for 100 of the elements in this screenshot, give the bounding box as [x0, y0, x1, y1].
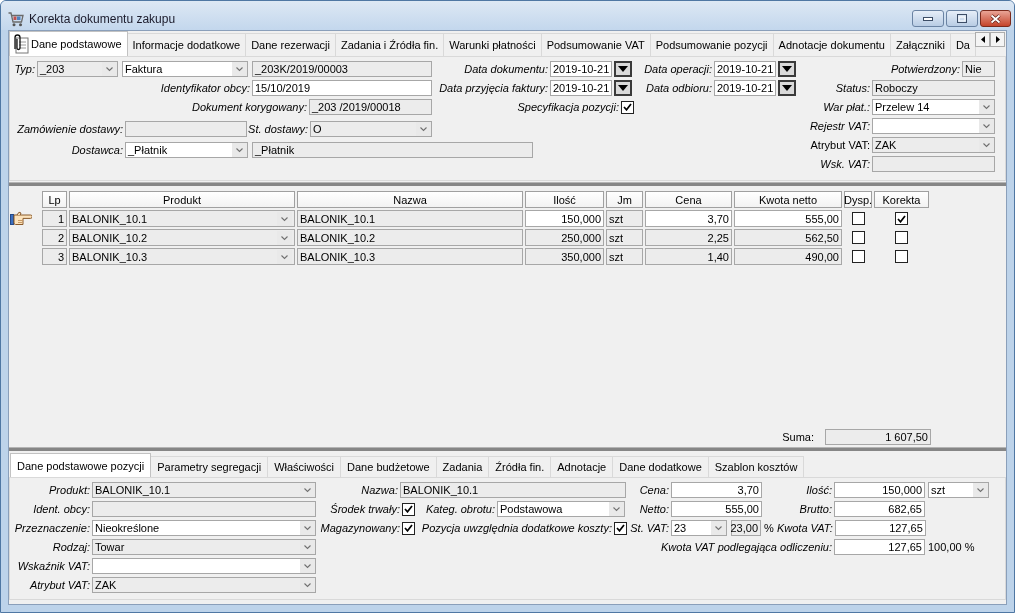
date-picker-button[interactable]: [614, 61, 633, 77]
dropdown-field[interactable]: [872, 118, 995, 134]
table-cell: szt: [606, 229, 643, 246]
dropdown-field[interactable]: Podstawowa: [497, 501, 625, 517]
minimize-icon: [923, 16, 933, 21]
field-label: War płat.:: [823, 101, 870, 113]
text-field[interactable]: [872, 156, 995, 172]
maximize-button[interactable]: [946, 10, 978, 27]
dropdown-field[interactable]: Nieokreślone: [92, 520, 316, 536]
chevron-down-icon: [979, 119, 994, 133]
scroll-left-button[interactable]: [975, 32, 990, 47]
field-label: St. VAT:: [630, 522, 669, 534]
number-field[interactable]: 23,00: [731, 520, 761, 536]
triangle-right-icon: [995, 36, 1000, 43]
dropdown-field[interactable]: Faktura: [122, 61, 248, 77]
column-header[interactable]: Dysp.: [844, 191, 872, 208]
column-header[interactable]: Jm: [606, 191, 643, 208]
table-cell: 555,00: [734, 210, 842, 227]
text-field[interactable]: Nie: [962, 61, 995, 77]
checkbox[interactable]: [895, 250, 908, 263]
date-field[interactable]: 2019-10-21: [714, 61, 777, 77]
checkbox[interactable]: [895, 212, 908, 225]
column-header[interactable]: Korekta: [874, 191, 929, 208]
field-label: Kwota VAT podlegająca odliczeniu:: [661, 541, 832, 553]
column-header[interactable]: Cena: [645, 191, 732, 208]
dropdown-field[interactable]: BALONIK_10.2: [69, 229, 295, 246]
text-field[interactable]: _203K/2019/00003: [252, 61, 432, 77]
date-field[interactable]: 2019-10-21: [714, 80, 777, 96]
column-header[interactable]: Lp: [42, 191, 67, 208]
text-field[interactable]: _203 /2019/00018: [309, 99, 432, 115]
dropdown-field[interactable]: BALONIK_10.1: [69, 210, 295, 227]
number-field[interactable]: 150,000: [834, 482, 925, 498]
total-label: Suma:: [782, 431, 814, 443]
dropdown-field[interactable]: ZAK: [872, 137, 995, 153]
field-label: Data operacji:: [644, 63, 712, 75]
number-field[interactable]: 555,00: [671, 501, 762, 517]
tab[interactable]: Szablon kosztów: [707, 456, 805, 477]
checkbox[interactable]: [402, 521, 415, 535]
tab[interactable]: Dane podstawowe: [9, 31, 128, 56]
triangle-down-icon: [782, 66, 793, 72]
table-cell: BALONIK_10.2: [297, 229, 523, 246]
dropdown-field[interactable]: BALONIK_10.1: [92, 482, 316, 498]
checkmark-icon: [897, 214, 906, 223]
column-header[interactable]: Kwota netto: [734, 191, 842, 208]
checkbox[interactable]: [614, 521, 627, 535]
splitter-handle[interactable]: [9, 182, 1006, 186]
text-field[interactable]: BALONIK_10.1: [400, 482, 626, 498]
dropdown-field[interactable]: ZAK: [92, 577, 316, 593]
dropdown-field[interactable]: 23: [671, 520, 727, 536]
total-field: 1 607,50: [825, 429, 931, 445]
number-field[interactable]: 127,65: [834, 520, 926, 536]
dropdown-field[interactable]: BALONIK_10.3: [69, 248, 295, 265]
chevron-down-icon: [609, 502, 624, 516]
checkbox[interactable]: [851, 212, 865, 225]
splitter-handle[interactable]: [9, 447, 1006, 451]
column-header[interactable]: Nazwa: [297, 191, 523, 208]
chevron-down-icon: [232, 62, 247, 76]
field-label: Pozycja uwzględnia dodatkowe koszty:: [421, 522, 612, 534]
table-cell: 1: [42, 210, 67, 227]
number-field[interactable]: 682,65: [834, 501, 925, 517]
table-cell: 2,25: [645, 229, 732, 246]
column-header[interactable]: Produkt: [69, 191, 295, 208]
text-field[interactable]: Roboczy: [872, 80, 995, 96]
dropdown-field[interactable]: O: [310, 121, 432, 137]
checkbox[interactable]: [621, 100, 634, 114]
paperclip-icon: [11, 34, 29, 54]
dropdown-field[interactable]: _203: [37, 61, 118, 77]
field-label: Specyfikacja pozycji:: [517, 101, 619, 113]
field-label: Identyfikator obcy:: [160, 82, 250, 94]
text-field[interactable]: 15/10/2019: [252, 80, 432, 96]
tab[interactable]: Dane podstawowe pozycji: [10, 453, 152, 477]
dropdown-field[interactable]: [92, 558, 316, 574]
checkbox[interactable]: [895, 231, 908, 244]
column-header[interactable]: Ilość: [525, 191, 604, 208]
date-picker-button[interactable]: [778, 61, 797, 77]
scroll-right-button[interactable]: [990, 32, 1005, 47]
dropdown-field[interactable]: Przelew 14: [872, 99, 995, 115]
number-field[interactable]: 3,70: [671, 482, 762, 498]
date-field[interactable]: 2019-10-21: [550, 80, 613, 96]
checkbox[interactable]: [851, 250, 865, 263]
checkbox[interactable]: [851, 231, 865, 244]
text-field[interactable]: _Płatnik: [252, 142, 533, 158]
chevron-down-icon: [300, 559, 315, 573]
date-picker-button[interactable]: [614, 80, 633, 96]
field-label: Magazynowany:: [320, 522, 400, 534]
text-field[interactable]: [92, 501, 316, 517]
chevron-down-icon: [973, 483, 988, 497]
field-label: Rejestr VAT:: [809, 120, 870, 132]
dropdown-field[interactable]: Towar: [92, 539, 316, 555]
field-label: Przeznaczenie:: [14, 522, 90, 534]
close-button[interactable]: [980, 10, 1011, 27]
checkbox[interactable]: [402, 502, 415, 516]
text-field[interactable]: [125, 121, 247, 137]
minimize-button[interactable]: [912, 10, 944, 27]
number-field[interactable]: 127,65: [834, 539, 925, 555]
dropdown-field[interactable]: szt: [928, 482, 989, 498]
unit-label: 100,00 %: [928, 541, 975, 553]
dropdown-field[interactable]: _Płatnik: [125, 142, 248, 158]
date-picker-button[interactable]: [778, 80, 797, 96]
date-field[interactable]: 2019-10-21: [550, 61, 613, 77]
